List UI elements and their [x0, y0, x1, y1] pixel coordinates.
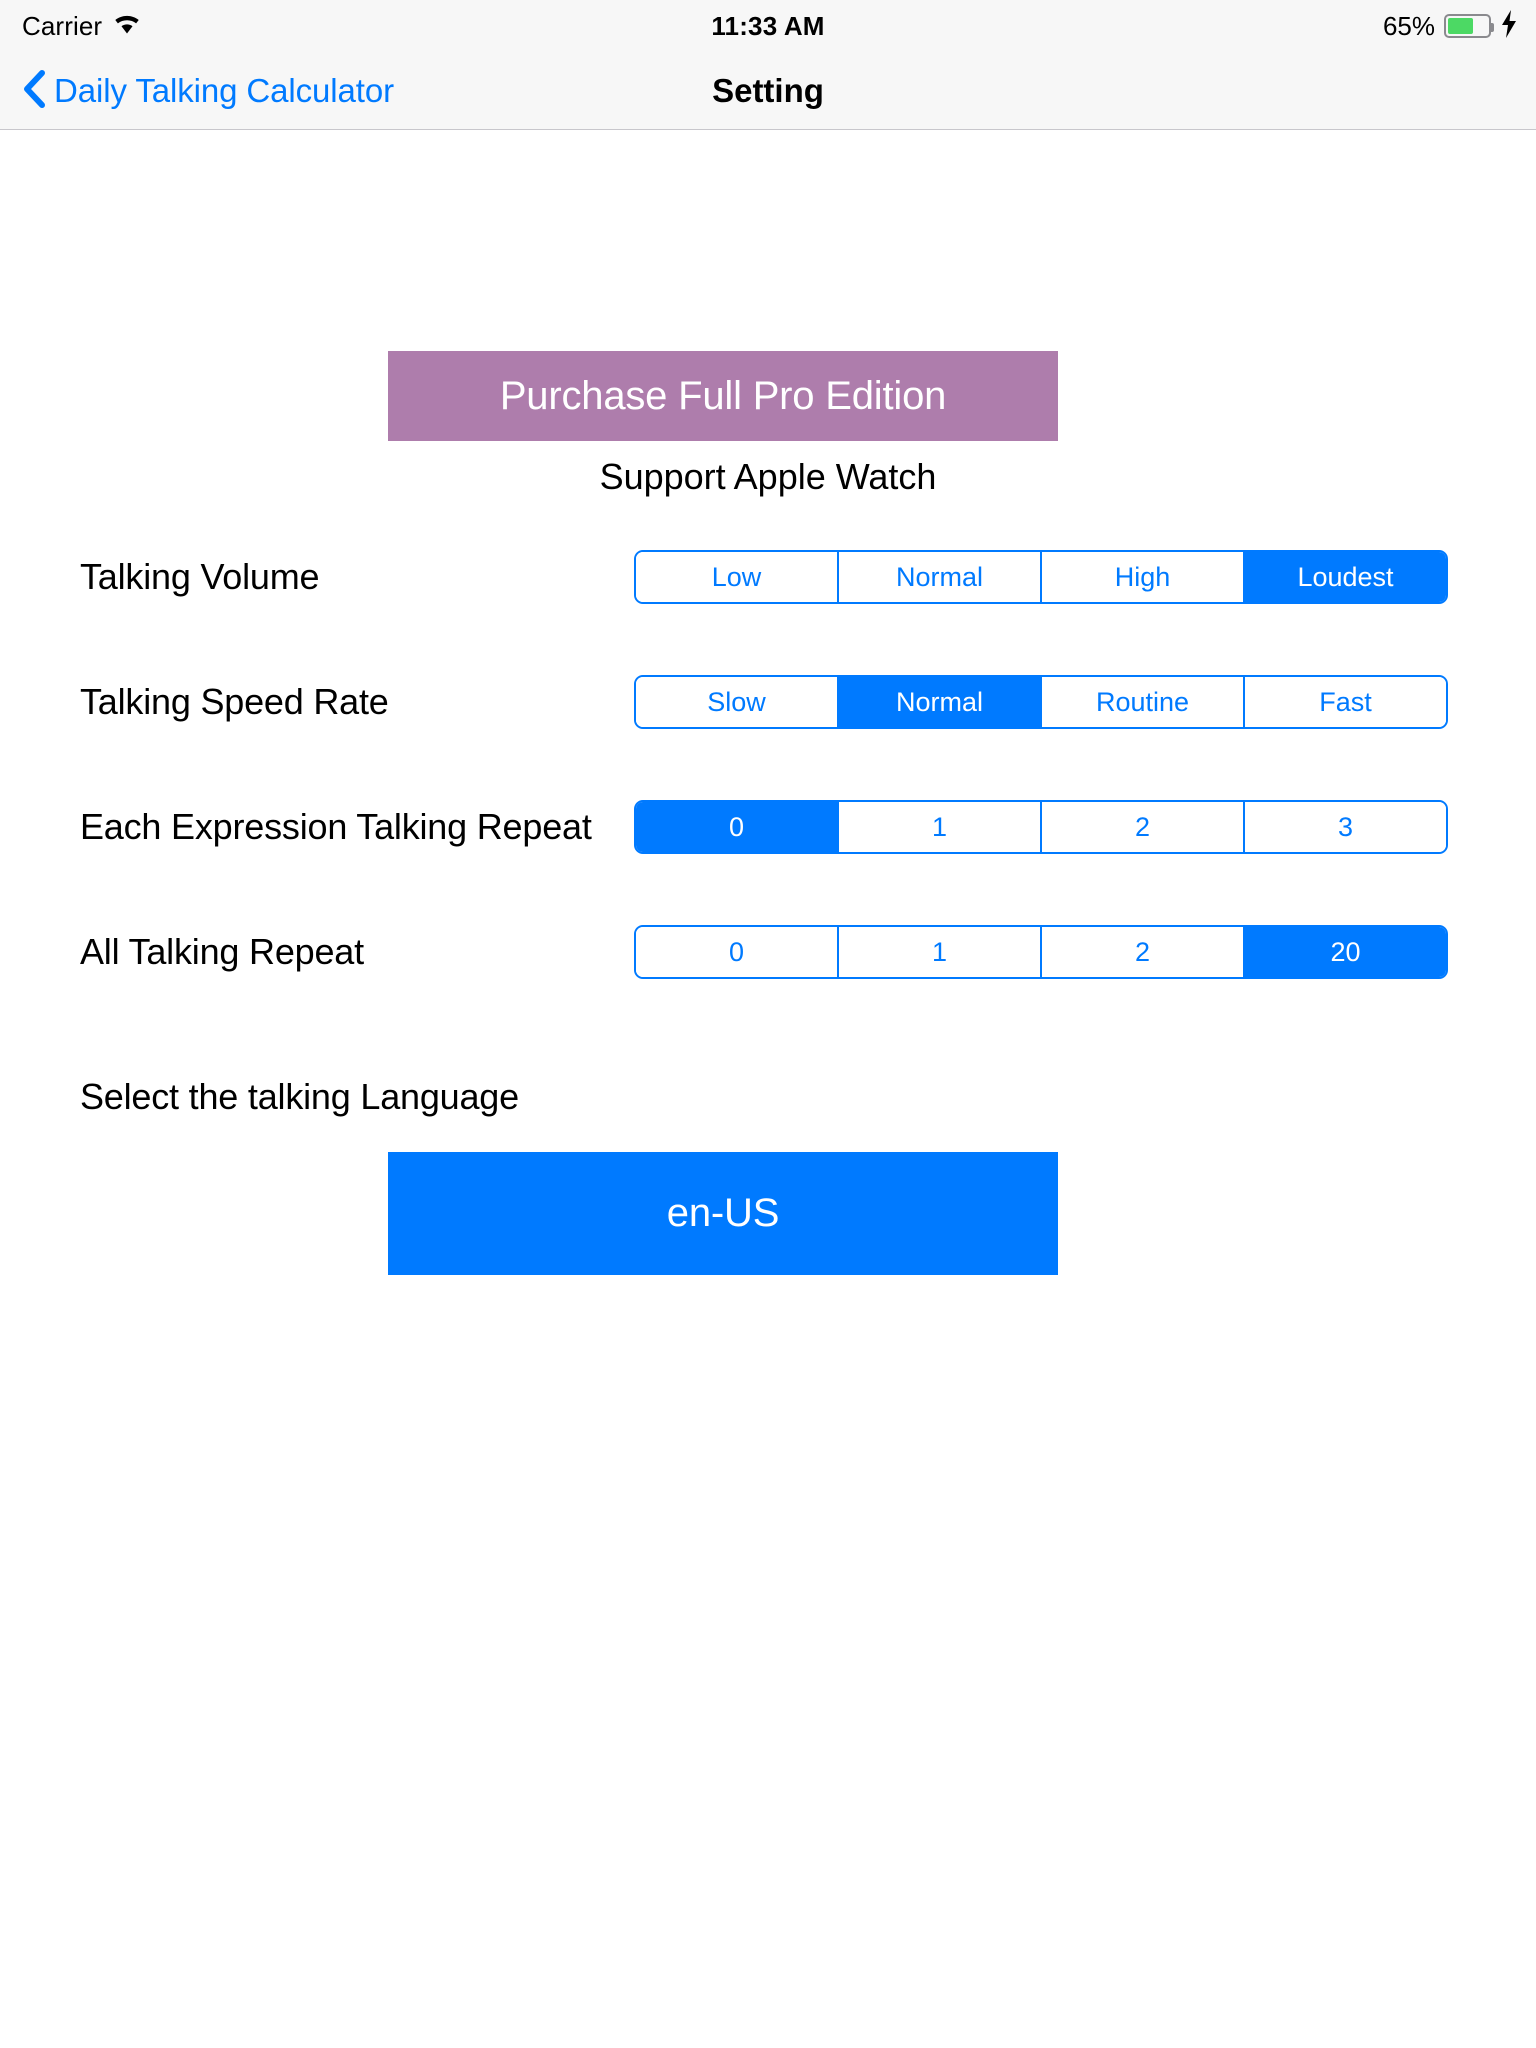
segmented-control: Slow Normal Routine Fast: [634, 675, 1448, 729]
segment-option[interactable]: Slow: [636, 677, 837, 727]
setting-row-label: All Talking Repeat: [80, 931, 364, 972]
segment-option[interactable]: Normal: [837, 552, 1040, 602]
status-bar-right: 65%: [1383, 0, 1518, 52]
segment-option[interactable]: High: [1040, 552, 1243, 602]
status-bar: Carrier 11:33 AM 65%: [0, 0, 1536, 52]
setting-row-label: Talking Volume: [80, 556, 320, 597]
battery-icon: [1444, 14, 1494, 38]
language-selector-button[interactable]: en-US: [388, 1152, 1058, 1275]
segment-option[interactable]: 3: [1243, 802, 1446, 852]
navigation-bar: Daily Talking Calculator Setting: [0, 52, 1536, 130]
segment-option[interactable]: 0: [636, 927, 837, 977]
segmented-control: 0 1 2 20: [634, 925, 1448, 979]
segment-option[interactable]: Loudest: [1243, 552, 1446, 602]
page-title: Setting: [712, 72, 824, 109]
setting-row: Talking Speed Rate Slow Normal Routine Fast: [0, 666, 1536, 738]
select-language-label: Select the talking Language: [80, 1076, 519, 1117]
segment-option[interactable]: 20: [1243, 927, 1446, 977]
setting-row-label: Each Expression Talking Repeat: [80, 806, 592, 847]
segment-option[interactable]: Routine: [1040, 677, 1243, 727]
purchase-button-label: Purchase Full Pro Edition: [499, 373, 947, 418]
setting-row: All Talking Repeat 0 1 2 20: [0, 916, 1536, 988]
selected-language-label: en-US: [666, 1191, 780, 1235]
segment-option[interactable]: 1: [837, 802, 1040, 852]
setting-row: Each Expression Talking Repeat 0 1 2 3: [0, 791, 1536, 863]
status-bar-center: 11:33 AM: [0, 0, 1536, 52]
setting-row-label: Talking Speed Rate: [80, 681, 389, 722]
segment-option[interactable]: Low: [636, 552, 837, 602]
battery-percent-label: 65%: [1382, 10, 1435, 41]
segment-option[interactable]: 2: [1040, 802, 1243, 852]
segment-option[interactable]: Fast: [1243, 677, 1446, 727]
clock-label: 11:33 AM: [711, 10, 825, 41]
setting-row: Talking Volume Low Normal High Loudest: [0, 541, 1536, 613]
segment-option[interactable]: Normal: [837, 677, 1040, 727]
segmented-control: 0123: [634, 800, 1448, 854]
support-apple-watch-note: Support Apple Watch: [599, 456, 937, 497]
segment-option[interactable]: 0: [636, 802, 837, 852]
segment-option[interactable]: 2: [1040, 927, 1243, 977]
charging-bolt-icon: [1500, 9, 1518, 43]
purchase-full-pro-edition-button[interactable]: Purchase Full Pro Edition: [388, 351, 1058, 441]
segment-option[interactable]: 1: [837, 927, 1040, 977]
settings-content: Purchase Full Pro Edition Support Apple …: [0, 131, 1536, 2048]
segmented-control: Low Normal High Loudest: [634, 550, 1448, 604]
